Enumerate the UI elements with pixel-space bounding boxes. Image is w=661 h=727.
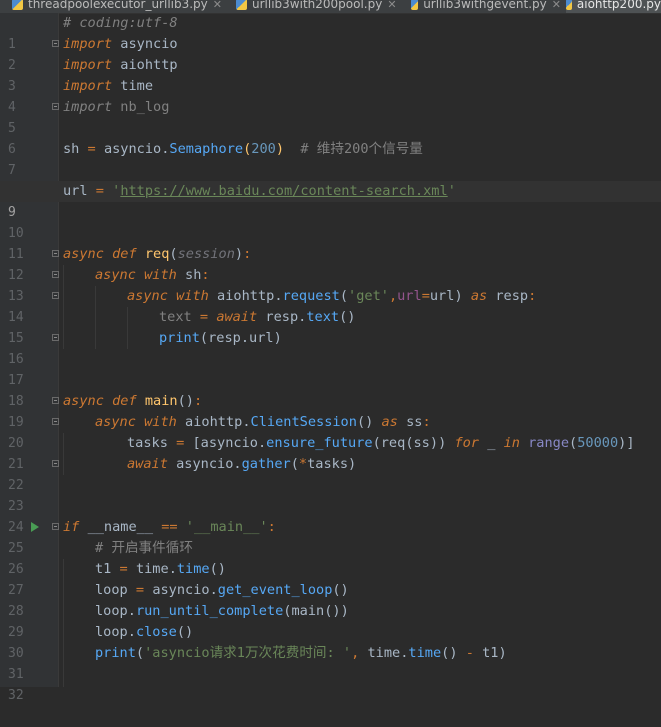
tab-label: urllib3withgevent.py	[423, 0, 547, 11]
comment: # coding:utf-8	[63, 15, 178, 31]
identifier: aiohttp	[120, 57, 178, 73]
keyword: import	[63, 36, 113, 52]
tab-urllib3with200pool[interactable]: urllib3with200pool.py ✕	[236, 0, 406, 13]
code-line-28: 28 loop = asyncio.get_event_loop()	[0, 580, 661, 619]
tab-label: aiohttp200.py	[576, 0, 661, 11]
python-file-icon	[236, 0, 247, 10]
code-line-7: 7 sh = asyncio.Semaphore(200) # 维持200个信号…	[0, 139, 661, 178]
fold-marker-icon[interactable]	[52, 460, 59, 467]
code-line-10: 10	[0, 202, 661, 241]
code-line-5: 5 import nb_log	[0, 97, 661, 136]
code-line-17: 17	[0, 349, 661, 388]
fold-marker-icon[interactable]	[52, 250, 59, 257]
code-line-29: 29 loop.run_until_complete(main())	[0, 601, 661, 640]
tab-threadpoolexecutor-urllib3[interactable]: threadpoolexecutor_urllib3.py ✕	[12, 0, 222, 13]
code-line-15: 15 text = await resp.text()	[0, 307, 661, 346]
tab-aiohttp200[interactable]: aiohttp200.py	[566, 0, 661, 13]
fold-marker-icon[interactable]	[52, 334, 59, 341]
code-line-4: 4 import time	[0, 76, 661, 115]
fold-marker-icon[interactable]	[52, 271, 59, 278]
python-file-icon	[411, 0, 419, 10]
code-line-27: 27 t1 = time.time()	[0, 559, 661, 598]
code-line-14: 14 async with aiohttp.request('get',url=…	[0, 286, 661, 325]
close-icon[interactable]: ✕	[213, 0, 222, 13]
fold-marker-icon[interactable]	[52, 292, 59, 299]
fold-marker-icon[interactable]	[52, 397, 59, 404]
code-line-12: 12 async def req(session):	[0, 244, 661, 283]
comment: # 开启事件循环	[95, 540, 193, 556]
code-line-32: 32	[0, 664, 661, 703]
code-line-26: 26 # 开启事件循环	[0, 538, 661, 577]
unused-variable: text	[159, 309, 192, 325]
fold-marker-icon[interactable]	[52, 418, 59, 425]
code-line-11: 11	[0, 223, 661, 262]
code-line-30: 30 loop.close()	[0, 622, 661, 661]
code-line-8: 8	[0, 160, 661, 199]
url-link[interactable]: https://www.baidu.com/content-search.xml	[120, 183, 447, 199]
keyword: import	[63, 78, 113, 94]
code-line-2: 2 import asyncio	[0, 34, 661, 73]
fold-marker-icon[interactable]	[52, 103, 59, 110]
code-line-16: 16 print(resp.url)	[0, 328, 661, 367]
code-line-3: 3 import aiohttp	[0, 55, 661, 94]
line-number: 32	[8, 688, 24, 703]
code-line-24: 24	[0, 496, 661, 535]
close-icon[interactable]: ✕	[552, 0, 561, 13]
tab-label: threadpoolexecutor_urllib3.py	[28, 0, 208, 11]
tab-urllib3withgevent[interactable]: urllib3withgevent.py ✕	[411, 0, 561, 13]
code-line-31: 31 print('asyncio请求1万次花费时间: ', time.time…	[0, 643, 661, 682]
tab-label: urllib3with200pool.py	[252, 0, 383, 11]
code-line-19: 19 async def main():	[0, 391, 661, 430]
identifier: time	[120, 78, 154, 94]
code-line-18: 18	[0, 370, 661, 409]
code-line-13: 13 async with sh:	[0, 265, 661, 304]
code-line-20: 20 async with aiohttp.ClientSession() as…	[0, 412, 661, 451]
fold-marker-icon[interactable]	[52, 40, 59, 47]
close-icon[interactable]: ✕	[387, 0, 396, 13]
fold-marker-icon[interactable]	[52, 523, 59, 530]
code-line-1: 1 # coding:utf-8	[0, 13, 661, 52]
code-editor[interactable]: 1 # coding:utf-8 2 import asyncio 3 impo…	[0, 13, 661, 703]
unused-import: nb_log	[120, 99, 170, 115]
unused-import: import	[63, 99, 113, 115]
code-line-21: 21 tasks = [asyncio.ensure_future(req(ss…	[0, 433, 661, 472]
code-line-25: 25 if __name__ == '__main__':	[0, 517, 661, 556]
python-file-icon	[12, 0, 23, 10]
code-line-23: 23	[0, 475, 661, 514]
editor-tab-bar: threadpoolexecutor_urllib3.py ✕ urllib3w…	[0, 0, 661, 14]
code-line-6: 6	[0, 118, 661, 157]
comment: # 维持200个信号量	[300, 141, 423, 157]
python-file-icon	[566, 0, 572, 10]
identifier: asyncio	[120, 36, 178, 52]
keyword: import	[63, 57, 113, 73]
code-line-9-current: 9 url = 'https://www.baidu.com/content-s…	[0, 181, 661, 220]
code-line-22: 22 await asyncio.gather(*tasks)	[0, 454, 661, 493]
run-icon[interactable]	[31, 522, 39, 532]
